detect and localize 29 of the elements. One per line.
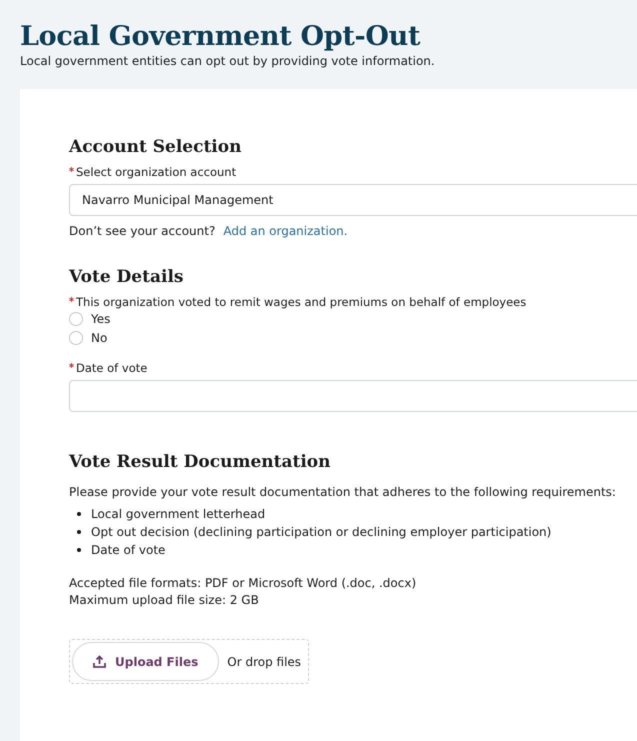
- drop-zone[interactable]: Upload Files Or drop files: [69, 639, 309, 684]
- page-title: Local Government Opt-Out: [19, 20, 422, 54]
- radio-button[interactable]: [69, 312, 83, 326]
- radio-label[interactable]: No: [91, 330, 108, 344]
- formats-text: Accepted file formats: PDF or Microsoft Word (.doc, .docx): [69, 575, 418, 592]
- instructions-text: Please provide your vote result documentation that adheres to the following requirements:: [69, 484, 617, 501]
- bullet-icon: [77, 512, 81, 516]
- page-subtitle: Local government entities can opt out by providing vote information.: [20, 54, 436, 68]
- date-field[interactable]: [69, 380, 637, 412]
- radio-label[interactable]: Yes: [91, 312, 110, 326]
- field-label: Date of vote: [76, 361, 148, 375]
- field-label: Select organization account: [76, 165, 236, 179]
- bullet-icon: [77, 530, 81, 534]
- section-heading: Vote Result Documentation: [69, 451, 332, 474]
- requirement-item: Local government letterhead: [91, 506, 266, 523]
- upload-button[interactable]: Upload Files: [72, 642, 220, 681]
- hint-text: Don’t see your account?: [69, 224, 216, 238]
- requirement-item: Opt out decision (declining participation or declining employer participation): [91, 524, 552, 541]
- requirement-item: Date of vote: [91, 542, 166, 559]
- bullet-icon: [77, 548, 81, 552]
- size-limit-text: Maximum upload file size: 2 GB: [69, 592, 260, 609]
- section-heading: Vote Details: [69, 266, 184, 289]
- add-organization-link[interactable]: Add an organization.: [223, 224, 348, 238]
- upload-icon: [93, 655, 106, 668]
- organization-select-field[interactable]: Navarro Municipal Management: [69, 184, 637, 216]
- section-heading: Account Selection: [69, 136, 242, 159]
- drop-text: Or drop files: [227, 654, 302, 668]
- radio-button[interactable]: [69, 330, 83, 344]
- field-label: This organization voted to remit wages and premiums on behalf of employees: [76, 295, 526, 309]
